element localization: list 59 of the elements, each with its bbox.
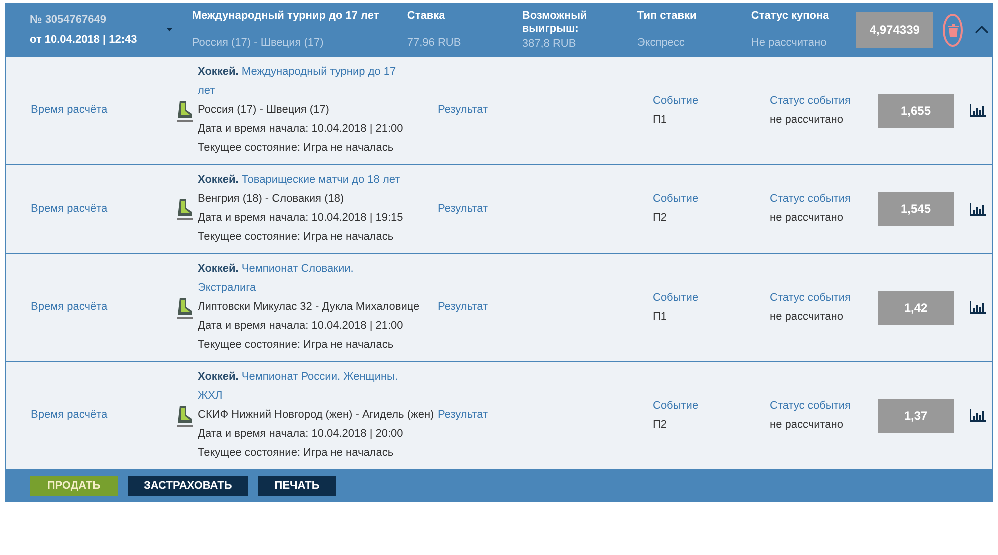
event-status-value: не рассчитано — [770, 418, 844, 432]
outcome-label: Событие — [653, 398, 700, 414]
event-start: Дата и время начала: 10.04.2018 | 19:15 — [198, 211, 404, 226]
event-state: Текущее состояние: Игра не началась — [198, 338, 395, 353]
action-button[interactable]: ЗАСТРАХОВАТЬ — [128, 476, 248, 496]
coupon-number: № 3054767649 — [30, 14, 108, 26]
match-name: Россия (17) - Швеция (17) — [192, 37, 325, 50]
odds-value: 1,545 — [878, 192, 954, 226]
outcome-value: П2 — [653, 211, 668, 226]
outcome-label: Событие — [653, 290, 700, 306]
tournament-name: Международный турнир до 17 лет — [192, 10, 380, 23]
event-state: Текущее состояние: Игра не началась — [198, 230, 395, 245]
stake-label: Ставка — [407, 10, 446, 23]
odds-value: 1,37 — [878, 398, 954, 432]
winnings-value: 387,8 RUB — [522, 38, 578, 50]
market-label: Результат — [438, 103, 490, 118]
event-status-label: Статус события — [770, 290, 852, 306]
event-status-value: не рассчитано — [770, 112, 844, 128]
outcome-label: Событие — [653, 94, 700, 108]
bet-type-value: Экспресс — [637, 37, 686, 50]
event-state: Текущее состояние: Игра не началась — [198, 141, 395, 156]
outcome-value: П2 — [653, 418, 668, 432]
market-label: Результат — [438, 408, 490, 423]
odds-value: 1,655 — [878, 94, 954, 128]
event-teams: Венгрия (18) - Словакия (18) — [198, 192, 346, 207]
coupon-status-label: Статус купона — [751, 10, 830, 23]
event-state: Текущее состояние: Игра не началась — [198, 446, 395, 461]
action-button[interactable]: ПЕЧАТЬ — [258, 476, 336, 496]
event-start: Дата и время начала: 10.04.2018 | 21:00 — [198, 122, 404, 137]
event-title: Хоккей. Чемпионат России. Женщины. ЖХЛ — [198, 370, 400, 404]
bet-type-label: Тип ставки — [637, 10, 698, 23]
event-title: Хоккей. Чемпионат Словакии. Экстралига — [198, 262, 355, 296]
settle-time-label: Время расчёта — [31, 103, 109, 118]
stake-value: 77,96 RUB — [407, 37, 462, 50]
market-label: Результат — [438, 300, 490, 315]
event-title: Хоккей. Международный турнир до 17 лет — [198, 65, 398, 99]
event-status-value: не рассчитано — [770, 310, 844, 324]
market-label: Результат — [438, 202, 490, 216]
event-status-value: не рассчитано — [770, 211, 844, 226]
event-status-label: Статус события — [770, 192, 852, 207]
event-status-label: Статус события — [770, 94, 852, 108]
outcome-value: П1 — [653, 310, 668, 324]
coupon-status-value: Не рассчитано — [751, 37, 828, 50]
event-title: Хоккей. Товарищеские матчи до 18 лет — [198, 173, 402, 188]
total-odds: 4,974339 — [856, 12, 934, 48]
event-start: Дата и время начала: 10.04.2018 | 21:00 — [198, 319, 404, 334]
settle-time-label: Время расчёта — [31, 202, 109, 216]
settle-time-label: Время расчёта — [31, 300, 109, 315]
winnings-label: Возможный выигрыш: — [522, 10, 588, 36]
odds-value: 1,42 — [878, 290, 954, 324]
event-teams: СКИФ Нижний Новгород (жен) - Агидель (жен) — [198, 408, 436, 423]
outcome-label: Событие — [653, 192, 700, 207]
event-teams: Россия (17) - Швеция (17) — [198, 103, 330, 118]
outcome-value: П1 — [653, 112, 668, 128]
event-start: Дата и время начала: 10.04.2018 | 20:00 — [198, 427, 404, 442]
settle-time-label: Время расчёта — [31, 408, 109, 423]
event-teams: Липтовски Микулас 32 - Дукла Михаловице — [198, 300, 421, 315]
coupon-date: от 10.04.2018 | 12:43 — [30, 34, 138, 46]
event-status-label: Статус события — [770, 398, 852, 414]
